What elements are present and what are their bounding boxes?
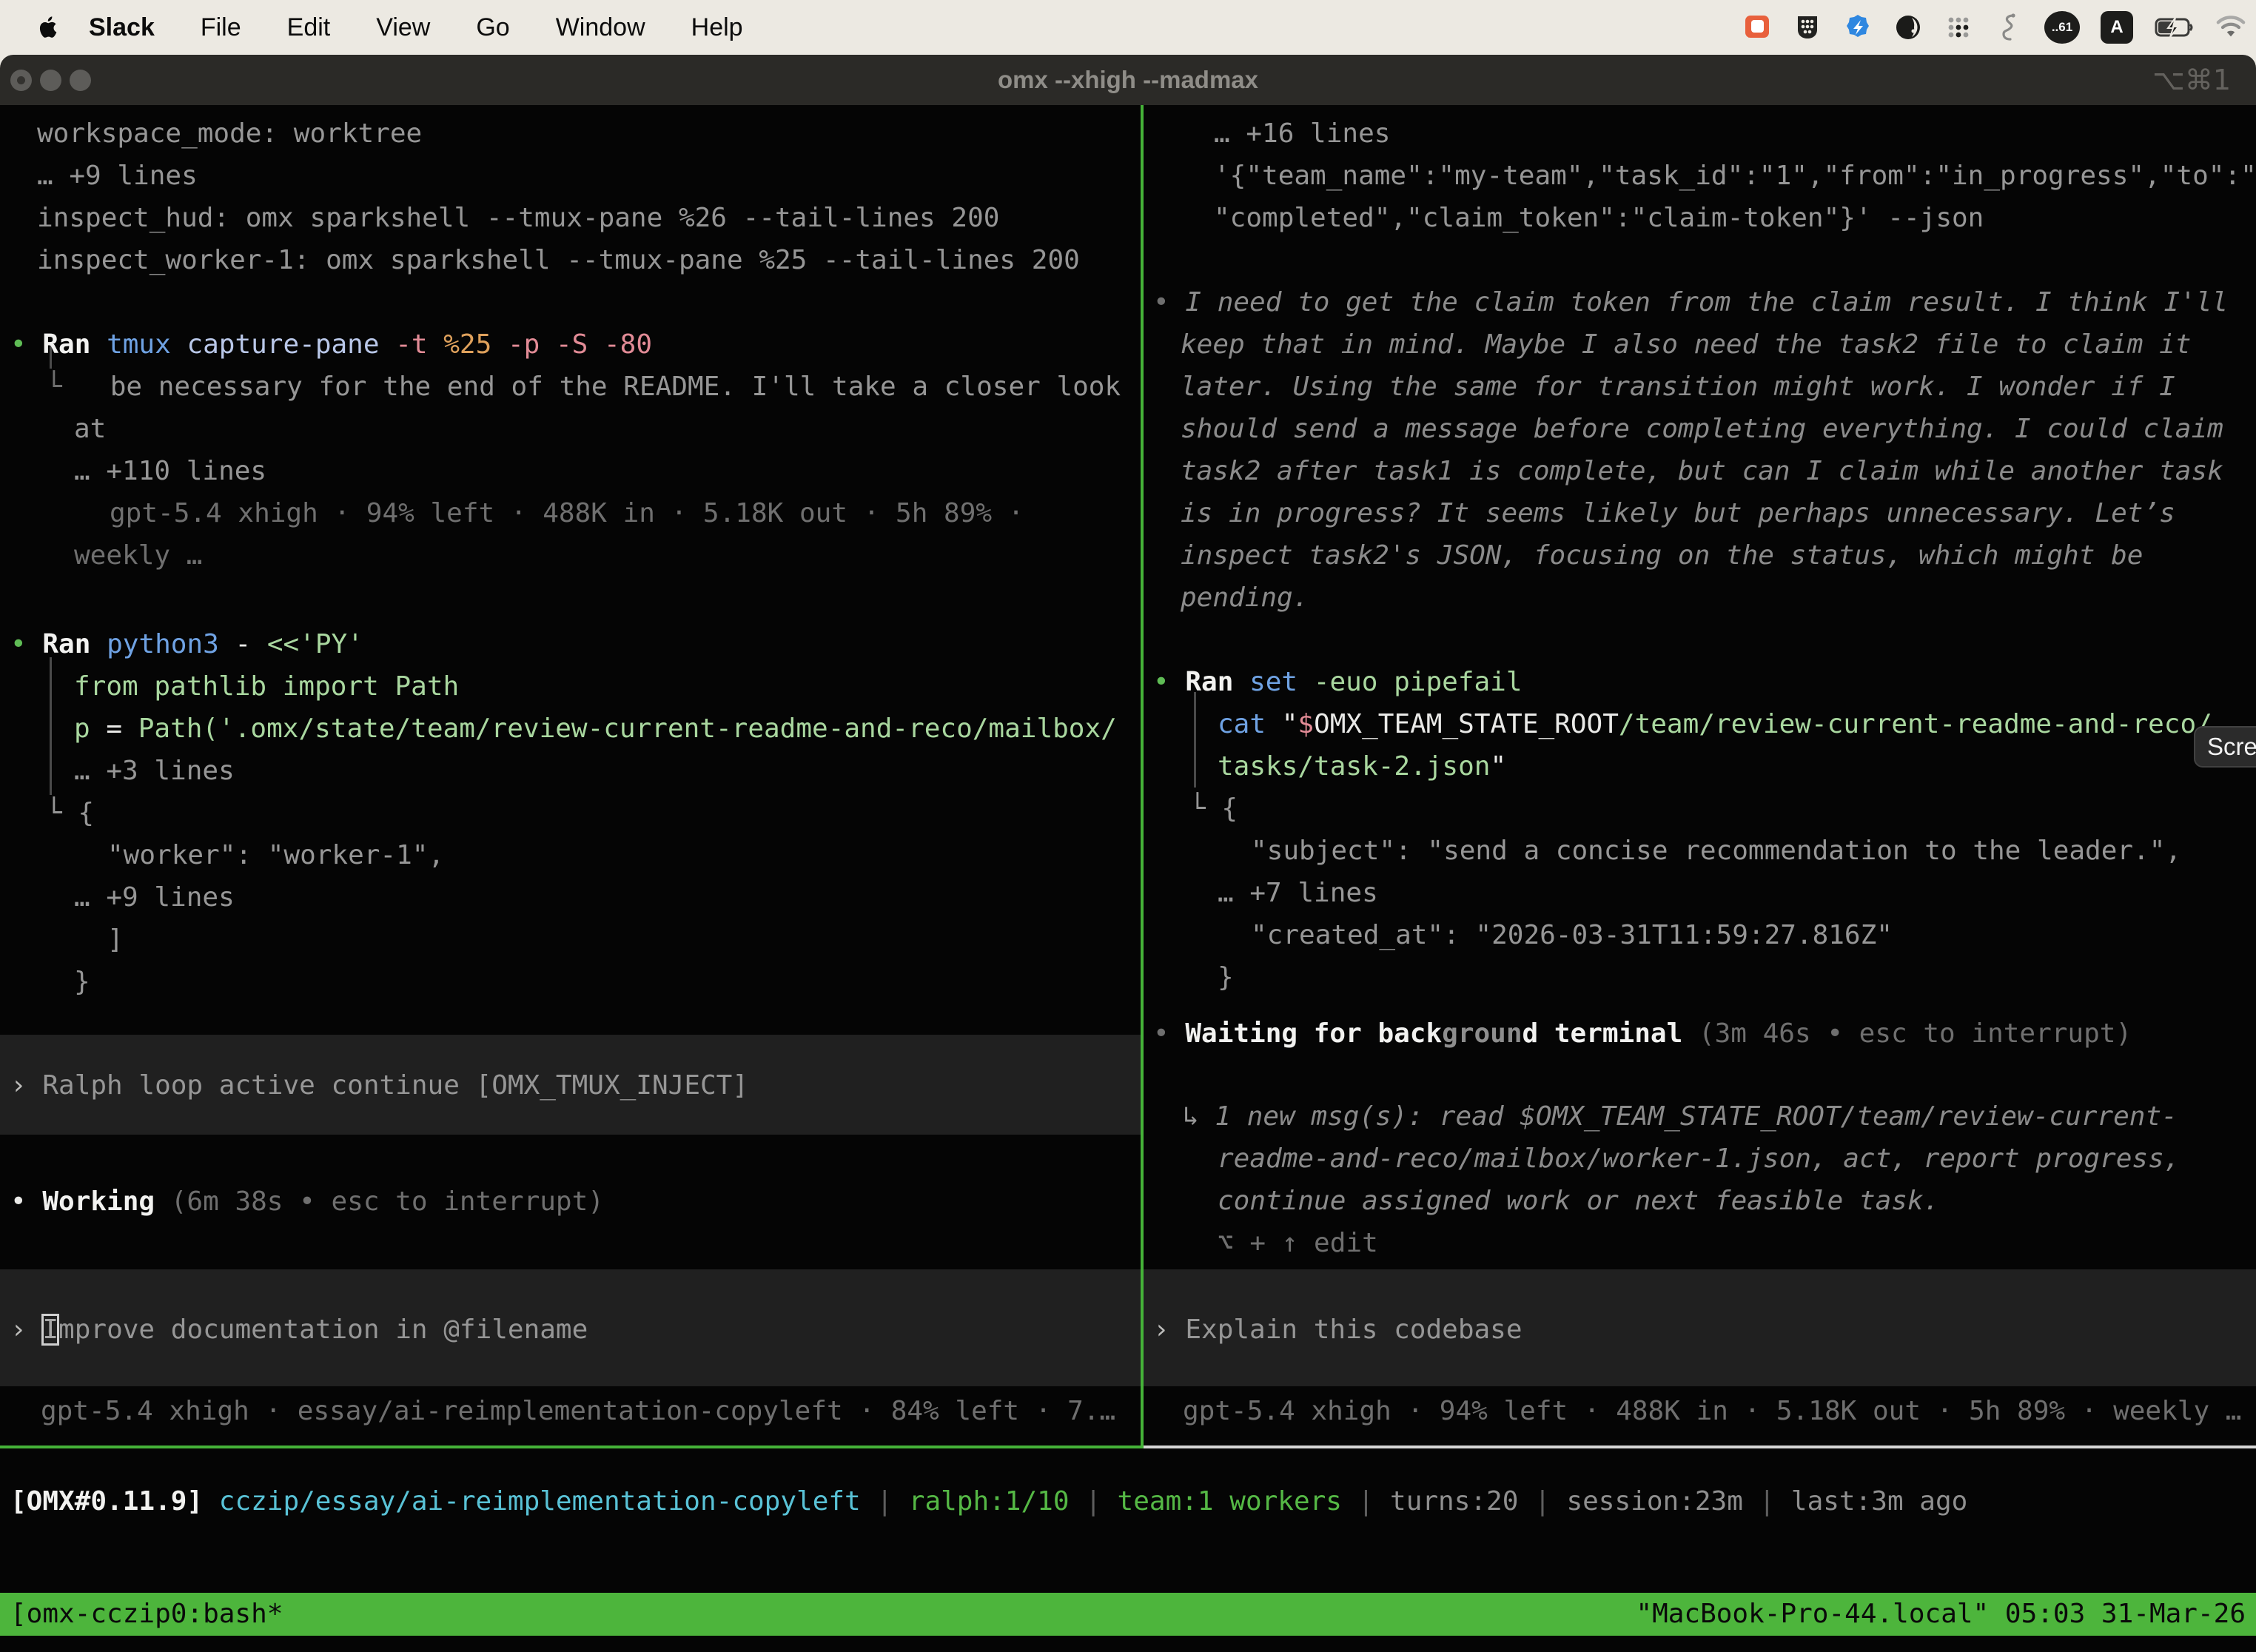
keyboard-layout-icon[interactable]: A <box>2101 11 2133 44</box>
screenshot-app-icon[interactable] <box>1742 13 1772 42</box>
omx-status-area: [OMX#0.11.9] cczip/essay/ai-reimplementa… <box>0 1448 2256 1593</box>
menu-bar: Slack File Edit View Go Window Help ..61 <box>0 0 2256 55</box>
model-status-line: gpt-5.4 xhigh · essay/ai-reimplementatio… <box>41 1390 1115 1432</box>
window-shortcut-hint: ⌥⌘1 <box>2152 64 2231 96</box>
screenshot-tooltip: Scre <box>2194 726 2256 768</box>
terminal-line: … +9 lines <box>37 155 198 197</box>
pane-border-inactive <box>1144 1446 2256 1448</box>
terminal-line: inspect task2's JSON, focusing on the st… <box>1181 534 2143 577</box>
terminal-line: └ { <box>46 792 94 834</box>
terminal-line: "worker": "worker-1", <box>107 834 444 876</box>
apple-menu-icon[interactable] <box>34 15 59 40</box>
terminal-line: continue assigned work or next feasible … <box>1218 1180 1939 1222</box>
menu-item-window[interactable]: Window <box>556 13 645 42</box>
pane-divider[interactable] <box>1141 105 1144 1448</box>
omx-session-status-line: [OMX#0.11.9] cczip/essay/ai-reimplementa… <box>10 1480 1967 1522</box>
working-status-line: • Working (6m 38s • esc to interrupt) <box>10 1181 604 1223</box>
terminal-line: } <box>74 961 90 1003</box>
prompt-line: › Improve documentation in @filename <box>10 1309 588 1351</box>
badge-61-label: ..61 <box>2052 20 2072 35</box>
keyboard-layout-label: A <box>2110 17 2123 38</box>
terminal-line: "completed","claim_token":"claim-token"}… <box>1214 197 1984 239</box>
tmux-host-clock-label: "MacBook-Pro-44.local" 05:03 31-Mar-26 <box>1636 1593 2246 1636</box>
shield-grid-icon[interactable] <box>1793 13 1822 42</box>
badge-61-icon[interactable]: ..61 <box>2044 11 2080 44</box>
terminal-line: tasks/task-2.json" <box>1218 745 1506 788</box>
terminal-line: p = Path('.omx/state/team/review-current… <box>74 708 1117 750</box>
menu-items: Slack File Edit View Go Window Help <box>89 13 743 42</box>
mailbox-notice-line: ↳ 1 new msg(s): read $OMX_TEAM_STATE_ROO… <box>1183 1095 2178 1138</box>
menu-item-go[interactable]: Go <box>476 13 509 42</box>
menu-item-help[interactable]: Help <box>691 13 743 42</box>
battery-icon[interactable] <box>2154 13 2195 42</box>
messenger-bolt-icon[interactable] <box>1843 13 1873 42</box>
ran-command-line: • Ran python3 - <<'PY' <box>10 623 363 665</box>
terminal-line: └ { <box>1189 788 1238 830</box>
terminal-line: readme-and-reco/mailbox/worker-1.json, a… <box>1218 1138 2180 1180</box>
terminal-line: cat "$OMX_TEAM_STATE_ROOT/team/review-cu… <box>1218 703 2212 745</box>
pane-border-active <box>0 1446 1141 1448</box>
squiggle-icon[interactable] <box>1994 13 2024 42</box>
ran-command-line: • Ran set -euo pipefail <box>1153 661 1523 703</box>
terminal-line: weekly … <box>74 534 202 577</box>
ran-command-line: • Ran tmux capture-pane -t %25 -p -S -80 <box>10 323 652 366</box>
titlebar-wrap: omx --xhigh --madmax ⌥⌘1 <box>0 55 2256 105</box>
edit-hint-line: ⌥ + ↑ edit <box>1218 1222 1378 1264</box>
terminal-line: } <box>1218 956 1234 998</box>
terminal-line: is in progress? It seems likely but perh… <box>1181 492 2175 534</box>
terminal-line: └ be necessary for the end of the README… <box>46 366 1121 408</box>
inject-banner-line: › Ralph loop active continue [OMX_TMUX_I… <box>10 1064 748 1107</box>
window-titlebar: omx --xhigh --madmax ⌥⌘1 <box>0 55 2256 105</box>
screen: Slack File Edit View Go Window Help ..61 <box>0 0 2256 1652</box>
dot-grid-icon[interactable] <box>1944 13 1973 42</box>
block-rule <box>50 657 52 795</box>
terminal-line: … +3 lines <box>74 750 235 792</box>
terminal-line: later. Using the same for transition mig… <box>1181 366 2175 408</box>
terminal-pane-hud: workspace_mode: worktree… +9 linesinspec… <box>0 105 1141 1446</box>
block-rule <box>1194 692 1196 788</box>
terminal-line: task2 after task1 is complete, but can I… <box>1181 450 2223 492</box>
terminal-line: "subject": "send a concise recommendatio… <box>1251 830 2181 872</box>
menu-status-icons: ..61 A <box>1742 11 2246 44</box>
terminal-line: pending. <box>1181 577 1309 619</box>
tmux-session-label: [omx-cczip0:bash* <box>10 1593 283 1636</box>
menu-item-file[interactable]: File <box>201 13 241 42</box>
waiting-status-line: • Waiting for background terminal (3m 46… <box>1153 1013 2132 1055</box>
terminal-line: workspace_mode: worktree <box>37 113 422 155</box>
terminal-line: … +16 lines <box>1214 113 1390 155</box>
terminal-line: gpt-5.4 xhigh · 94% left · 488K in · 5.1… <box>110 492 1024 534</box>
menu-item-app[interactable]: Slack <box>89 13 155 42</box>
prompt-line: › Explain this codebase <box>1153 1309 1523 1351</box>
terminal-line: at <box>74 408 106 450</box>
menu-item-view[interactable]: View <box>376 13 430 42</box>
screenshot-tooltip-label: Scre <box>2207 733 2256 761</box>
menu-item-edit[interactable]: Edit <box>287 13 331 42</box>
thinking-line: • I need to get the claim token from the… <box>1153 281 2228 323</box>
terminal-line: inspect_hud: omx sparkshell --tmux-pane … <box>37 197 999 239</box>
terminal-line: … +110 lines <box>74 450 266 492</box>
terminal-line: '{"team_name":"my-team","task_id":"1","f… <box>1214 155 2256 197</box>
wifi-icon[interactable] <box>2216 13 2246 42</box>
terminal-line: … +9 lines <box>74 876 235 919</box>
terminal-line: should send a message before completing … <box>1181 408 2223 450</box>
terminal-line: "created_at": "2026-03-31T11:59:27.816Z" <box>1251 914 1893 956</box>
terminal-line: from pathlib import Path <box>74 665 459 708</box>
terminal-line: keep that in mind. Maybe I also need the… <box>1181 323 2191 366</box>
window-title: omx --xhigh --madmax <box>0 66 2256 94</box>
model-status-line: gpt-5.4 xhigh · 94% left · 488K in · 5.1… <box>1183 1390 2241 1432</box>
tmux-status-bar: [omx-cczip0:bash* "MacBook-Pro-44.local"… <box>0 1593 2256 1636</box>
crescent-app-icon[interactable] <box>1893 13 1923 42</box>
text-cursor[interactable]: I <box>42 1314 58 1345</box>
terminal-line: … +7 lines <box>1218 872 1378 914</box>
terminal-line: ] <box>107 919 124 961</box>
terminal-line: inspect_worker-1: omx sparkshell --tmux-… <box>37 239 1080 281</box>
terminal-pane-worker: … +16 lines'{"team_name":"my-team","task… <box>1144 105 2256 1446</box>
